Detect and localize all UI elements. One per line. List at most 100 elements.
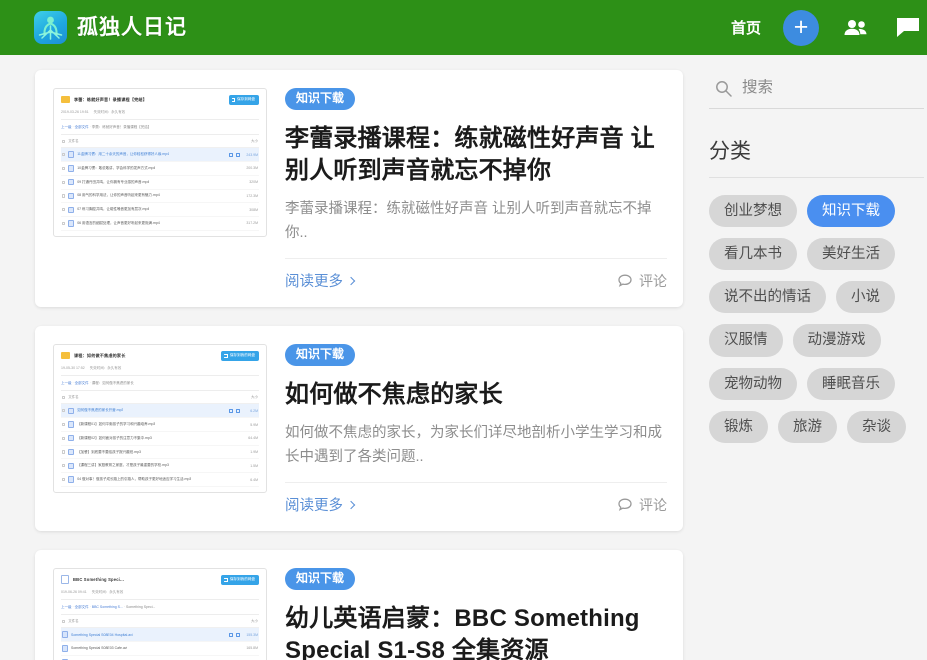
category-tag[interactable]: 说不出的情话 [709,281,826,313]
thumbnail-folder-title: 课程：如何做不焦虑的家长 [74,353,217,359]
file-type-icon [68,165,74,171]
thumbnail-folder-title: 李蕾：练就好声音！录播课程【完结】 [74,97,225,103]
checkbox-icon [62,437,65,440]
category-tag[interactable]: 锻炼 [709,411,768,443]
category-tag[interactable]: 创业梦想 [709,195,797,227]
breadcrumb-item: 上一级 [61,605,72,609]
category-tag[interactable]: 杂谈 [847,411,906,443]
brand-name: 孤独人日记 [77,17,187,38]
file-name: 08 用气的科学用法，让你的声音听起来更有魅力.mp4 [77,193,160,198]
checkbox-icon [62,450,65,453]
add-post-button[interactable]: + [783,10,819,46]
category-tag[interactable]: 美好生活 [807,238,895,270]
file-size: 5.9M [245,423,258,427]
post-body: 知识下载如何做不焦虑的家长如何做不焦虑的家长，为家长们详尽地剖析小学生学习和成长… [267,344,667,515]
nav-home-link[interactable]: 首页 [731,17,761,38]
post-title[interactable]: 李蕾录播课程：练就磁性好声音 让别人听到声音就忘不掉你 [285,123,667,187]
file-size: 155.3M [245,633,258,637]
file-name: 【新课程01】如何平衡孩子的学习和兴趣培养.mp3 [77,422,155,427]
file-name: 07 练习胸腔共鸣，让磁性嗓音更加有层次.mp4 [77,207,149,212]
people-icon[interactable] [841,13,871,43]
category-tag[interactable]: 汉服情 [709,324,783,356]
search-icon [715,80,732,97]
category-tag[interactable]: 看几本书 [709,238,797,270]
file-size: 200.3M [245,166,258,170]
post-card[interactable]: 课程：如何做不焦虑的家长保存到我的网盘19-05-30 17:52失效时间：永久… [35,326,683,531]
search-box[interactable] [709,73,924,109]
comment-label: 评论 [639,271,667,291]
thumbnail-meta-item: 失效时间：永久有效 [90,366,122,371]
thumbnail-file-row: 【新课程02】如何面对孩子的注意力不集中.mp364.4M [61,432,259,446]
thumbnail-save-button: 保存到网盘 [229,95,259,105]
breadcrumb-item: 课程：如何做不焦虑的家长 [92,381,134,385]
thumbnail-file-row: 09 打通丹田共鸣，让你拥有专业感的声音.mp4 320M [61,176,259,190]
post-thumbnail-wrapper: 李蕾：练就好声音！录播课程【完结】保存到网盘 2019-03-26 19:51失效… [45,88,267,291]
file-name: 06 用语言的细腻处理，让声音更好听起来更饱满.mp4 [77,221,160,226]
plus-icon: + [794,15,809,40]
category-tag[interactable]: 旅游 [778,411,837,443]
breadcrumb-item: Something Speci... [126,605,155,609]
brand-logo-link[interactable]: 孤独人日记 [34,11,187,44]
file-size: 317.2M [245,221,258,225]
comment-button[interactable]: 评论 [617,271,667,291]
checkbox-icon [62,409,65,412]
thumbnail-file-row: 08 用气的科学用法，让你的声音听起来更有魅力.mp4172.3M [61,190,259,204]
thumbnail-meta-item: 失效时间：永久有效 [94,110,126,115]
file-name: 【课程三讲】家庭教育之家庭，才是孩子最重要的学校.mp3 [77,463,169,468]
message-flag-icon[interactable] [893,13,923,43]
post-card[interactable]: 李蕾：练就好声音！录播课程【完结】保存到网盘 2019-03-26 19:51失效… [35,70,683,307]
file-size: 243.9M [245,153,258,157]
post-category-badge[interactable]: 知识下载 [285,344,355,366]
post-thumbnail[interactable]: BBC Something Speci...保存到我的网盘019-06-26 0… [53,568,267,660]
post-category-badge[interactable]: 知识下载 [285,88,355,110]
file-type-icon [62,645,68,651]
category-tag[interactable]: 动漫游戏 [793,324,881,356]
checkbox-icon [62,423,65,426]
file-name: 如何做不焦虑的家长开营.mp3 [77,408,123,413]
file-type-icon [68,193,74,199]
thumbnail-file-row: Something Special S08E03 Cafe.avi165.8M [61,642,259,656]
file-type-icon [68,179,74,185]
thumbnail-breadcrumb: 上一级 · 全部文件 · 课程：如何做不焦虑的家长 [61,381,259,391]
file-size: 6.4M [245,478,258,482]
thumbnail-header: 课程：如何做不焦虑的家长保存到我的网盘 [61,351,259,361]
post-card[interactable]: BBC Something Speci...保存到我的网盘019-06-26 0… [35,550,683,660]
read-more-link[interactable]: 阅读更多 [285,494,354,515]
thumbnail-save-button: 保存到我的网盘 [221,351,259,361]
comment-bubble-icon [617,273,633,289]
page-body: 李蕾：练就好声音！录播课程【完结】保存到网盘 2019-03-26 19:51失效… [0,55,927,660]
file-name: 04 做对事！做孩子成长路上的引路人，帮助孩子更好地适应学习生活.mp3 [77,477,191,482]
file-name: 09 打通丹田共鸣，让你拥有专业感的声音.mp4 [77,180,149,185]
post-body: 知识下载李蕾录播课程：练就磁性好声音 让别人听到声音就忘不掉你李蕾录播课程：练就… [267,88,667,291]
post-thumbnail[interactable]: 李蕾：练就好声音！录播课程【完结】保存到网盘 2019-03-26 19:51失效… [53,88,267,237]
post-excerpt: 李蕾录播课程：练就磁性好声音 让别人听到声音就忘不掉你.. [285,198,667,245]
category-tag[interactable]: 宠物动物 [709,368,797,400]
thumbnail-file-row: 06 用语言的细腻处理，让声音更好听起来更饱满.mp4 317.2M [61,217,259,231]
search-input[interactable] [742,79,922,97]
thumbnail-column-header: 文件名大小 [61,615,259,629]
file-size: 320M [245,180,258,184]
file-name: 10金牌习惯：敢说敢讲，学会科学的发声方式.mp4 [77,166,155,171]
category-tag[interactable]: 睡眠音乐 [807,368,895,400]
download-icon [236,153,240,157]
save-arrow-icon [224,354,227,357]
post-body: 知识下载幼儿英语启蒙：BBC Something Special S1-S8 全… [267,568,667,660]
file-name: Something Special S08E03 Cafe.avi [71,646,127,650]
file-name: 【新课程02】如何面对孩子的注意力不集中.mp3 [77,436,152,441]
post-thumbnail[interactable]: 课程：如何做不焦虑的家长保存到我的网盘19-05-30 17:52失效时间：永久… [53,344,267,493]
post-category-badge[interactable]: 知识下载 [285,568,355,590]
post-title[interactable]: 如何做不焦虑的家长 [285,379,667,411]
file-type-icon [68,435,74,441]
category-tag[interactable]: 小说 [836,281,895,313]
thumbnail-meta: 2019-03-26 19:51失效时间：永久有效 [61,110,259,120]
read-more-link[interactable]: 阅读更多 [285,270,354,291]
comment-button[interactable]: 评论 [617,495,667,515]
post-title[interactable]: 幼儿英语启蒙：BBC Something Special S1-S8 全集资源 [285,603,667,660]
file-type-icon [68,220,74,226]
column-header-name: 文件名 [68,619,79,624]
checkbox-icon [62,478,65,481]
category-tag[interactable]: 知识下载 [807,195,895,227]
checkbox-icon [62,194,65,197]
checkbox-icon [62,167,65,170]
checkbox-icon [62,153,65,156]
